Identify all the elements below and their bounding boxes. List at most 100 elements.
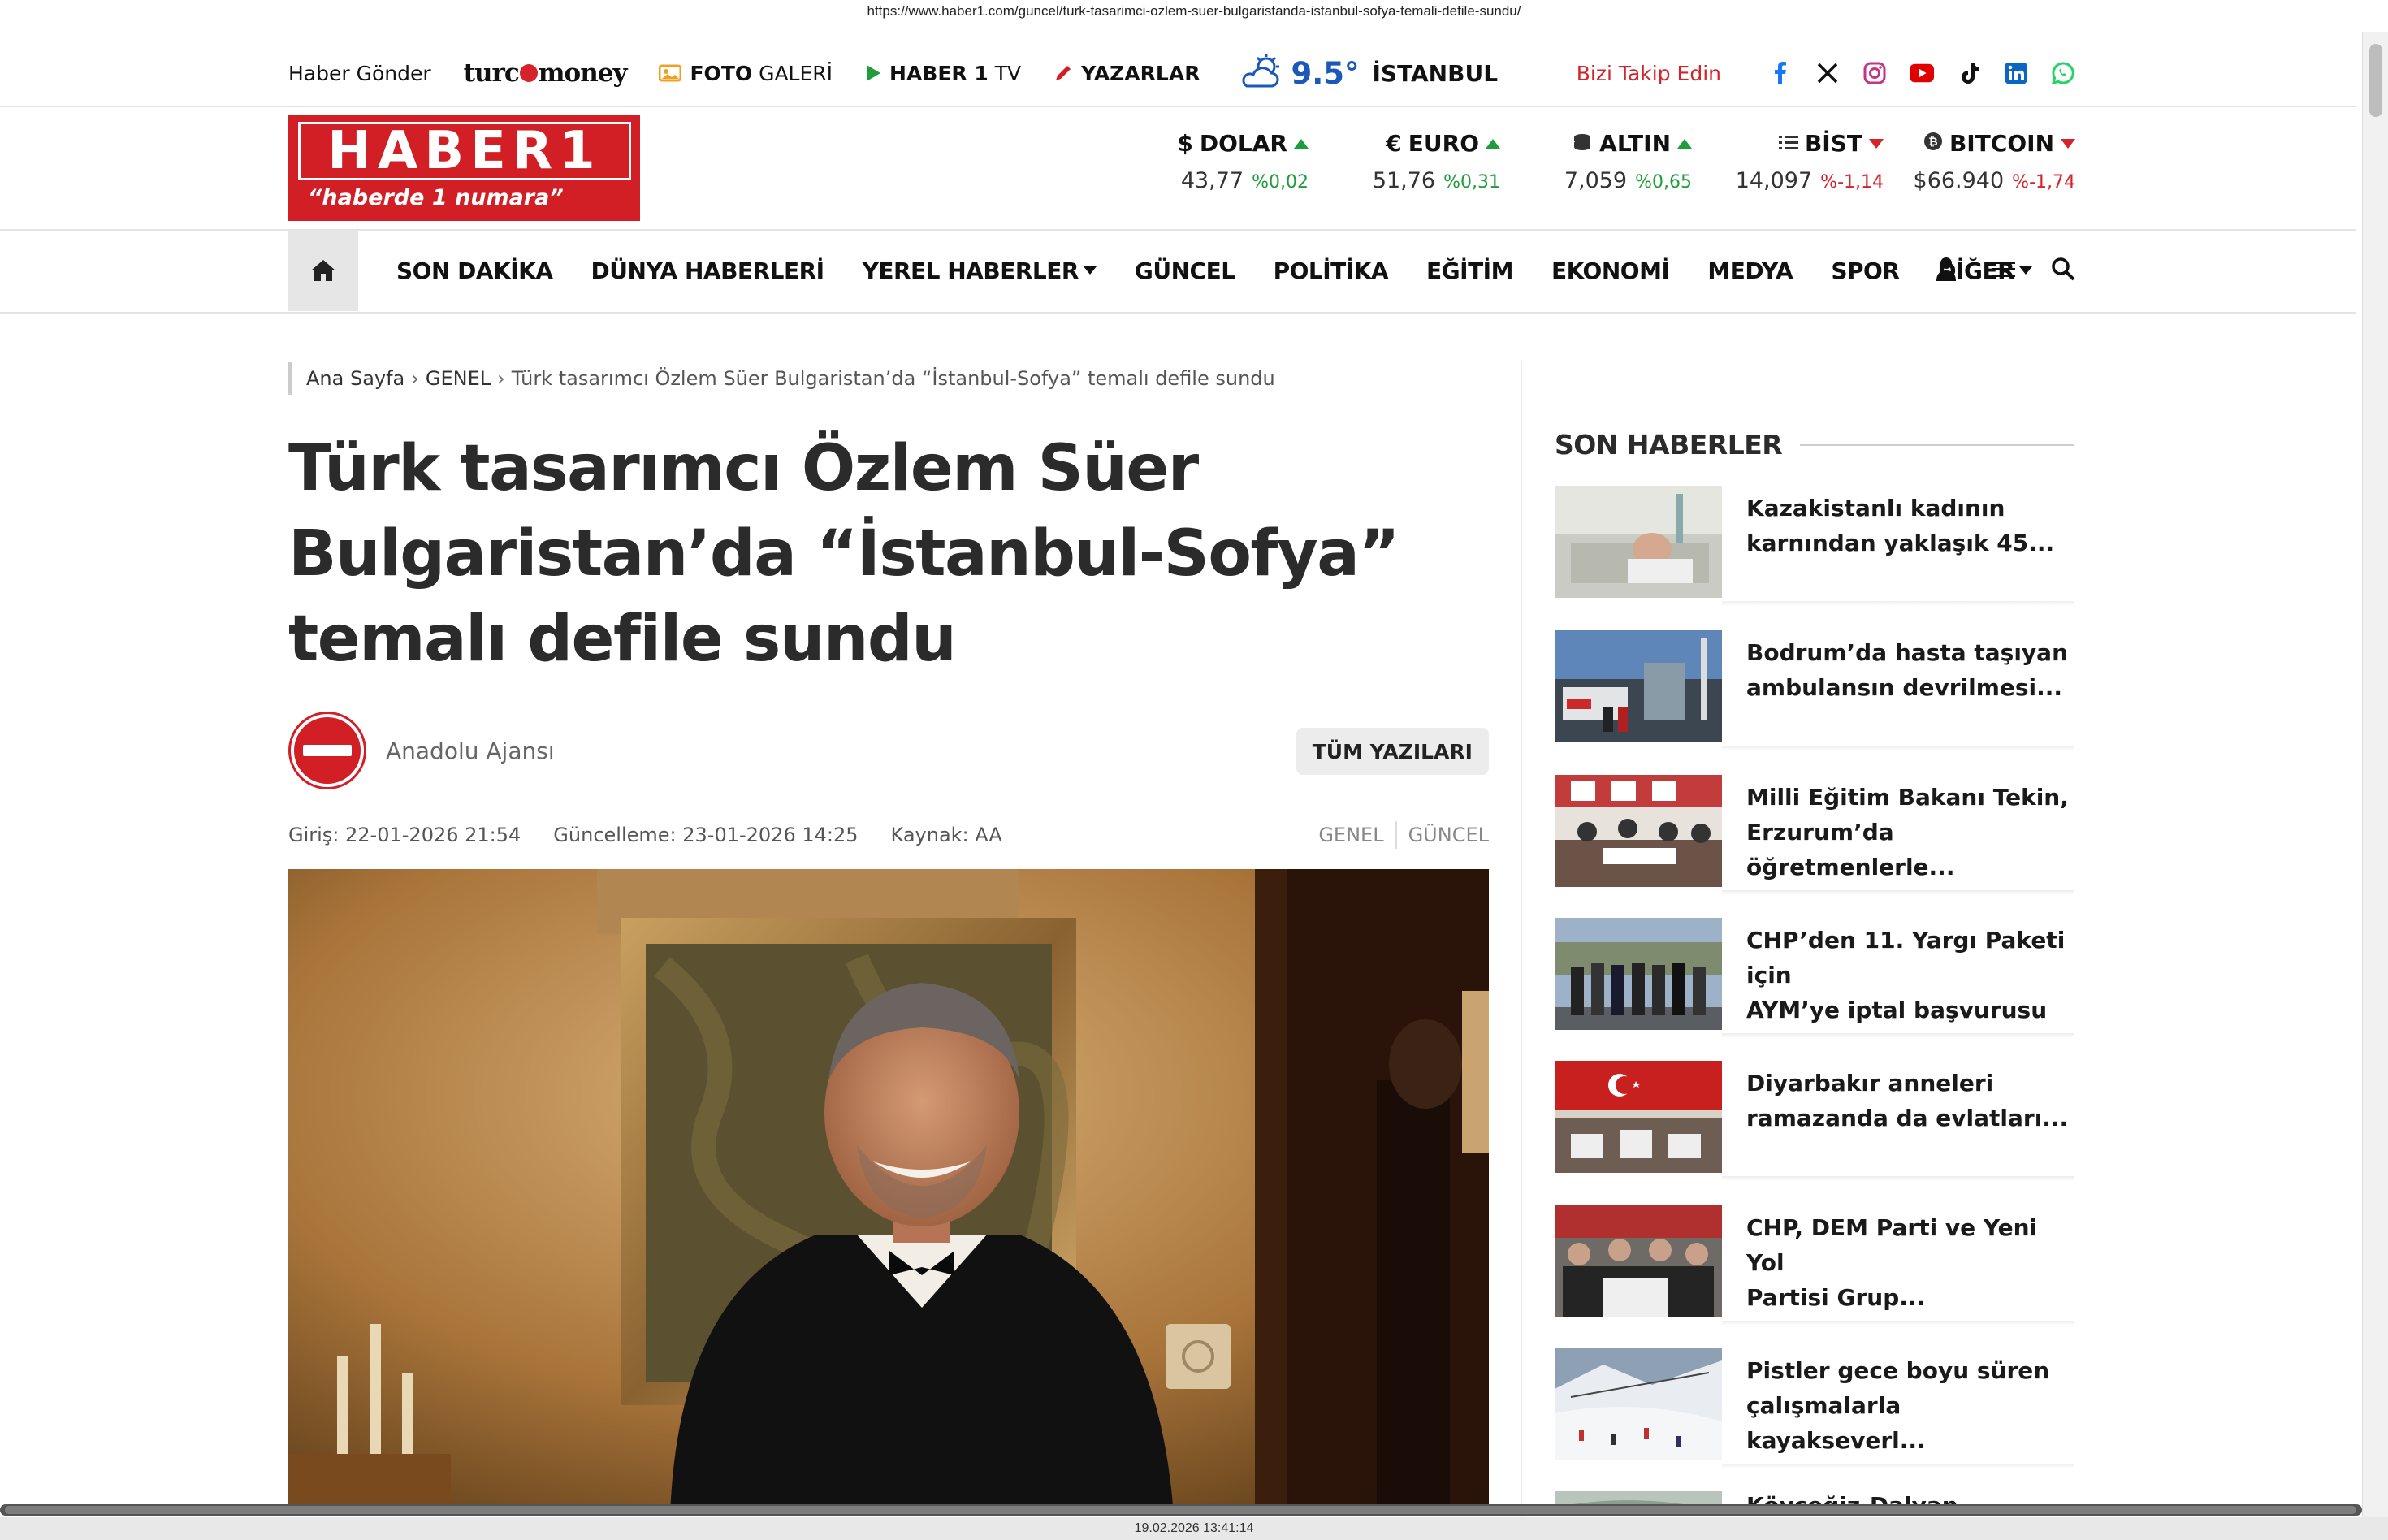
news-item[interactable]: Milli Eğitim Bakanı Tekin, Erzurum’da öğr…	[1555, 775, 2074, 895]
nav-politika[interactable]: POLİTİKA	[1273, 257, 1389, 284]
scrollbar-thumb[interactable]	[5, 1506, 2356, 1514]
finance-value: 14,097	[1735, 168, 1813, 193]
x-icon[interactable]	[1815, 61, 1840, 85]
news-item-shadow	[1722, 1033, 2074, 1038]
news-thumbnail	[1555, 630, 1722, 742]
finance-item-bitcoin[interactable]: ₿ BITCOIN $66.940 %-1,74	[1884, 130, 2075, 193]
finance-name: BITCOIN	[1949, 130, 2054, 157]
finance-change: %0,65	[1635, 172, 1692, 192]
finance-item-euro[interactable]: € EURO 51,76 %0,31	[1309, 130, 1500, 193]
author-name[interactable]: Anadolu Ajansı	[386, 738, 555, 764]
youtube-icon[interactable]	[1910, 61, 1934, 85]
sidebar-title-rule	[1800, 443, 2074, 446]
article-title: Türk tasarımcı Özlem Süer Bulgaristan’da…	[288, 426, 1490, 682]
tiktok-icon[interactable]	[1957, 61, 1981, 85]
address-bar-url[interactable]: https://www.haber1.com/guncel/turk-tasar…	[0, 3, 2388, 19]
news-item-shadow	[1722, 1176, 2074, 1181]
topbar-divider	[0, 106, 2356, 107]
news-thumbnail	[1555, 775, 1722, 887]
vertical-scrollbar[interactable]	[2362, 32, 2388, 1519]
news-item-shadow	[1722, 601, 2074, 606]
news-title-line: AYM’ye iptal başvurusu	[1746, 997, 2048, 1023]
nav-ekonomi[interactable]: EKONOMİ	[1551, 257, 1670, 284]
news-item-shadow	[1722, 890, 2074, 895]
linkedin-icon[interactable]	[2004, 61, 2028, 85]
avatar[interactable]	[288, 712, 366, 789]
news-title-line: ambulansın devrilmesi...	[1746, 674, 2063, 701]
play-icon	[865, 64, 881, 82]
home-button[interactable]	[288, 230, 358, 311]
news-title: Pistler gece boyu süren çalışmalarla kaya…	[1746, 1353, 2071, 1462]
haber1-tv-link[interactable]: HABER 1 TV	[865, 62, 1021, 85]
scrollbar-thumb[interactable]	[2369, 44, 2382, 117]
haber-gonder-link[interactable]: Haber Gönder	[288, 62, 431, 85]
tag-link[interactable]: GENEL	[1318, 824, 1383, 846]
news-title-line: karnından yaklaşık 45...	[1746, 530, 2055, 556]
article-title-line: Türk tasarımcı Özlem Süer	[288, 432, 1199, 505]
whatsapp-icon[interactable]	[2051, 61, 2075, 85]
capture-timestamp: 19.02.2026 13:41:14	[0, 1517, 2388, 1540]
news-title-line: Kazakistanlı kadının	[1746, 495, 2005, 521]
facebook-icon[interactable]	[1768, 61, 1793, 85]
news-title-line: CHP’den 11. Yargı Paketi için	[1746, 927, 2066, 988]
weather-temperature: 9.5°	[1291, 55, 1360, 91]
tag-link[interactable]: GÜNCEL	[1408, 824, 1489, 846]
chevron-down-icon	[1083, 266, 1097, 275]
nav-dunya-haberleri[interactable]: DÜNYA HABERLERİ	[591, 257, 825, 284]
news-item[interactable]: Bodrum’da hasta taşıyan ambulansın devril…	[1555, 630, 2074, 751]
logo-tagline: “haberde 1 numara”	[308, 185, 564, 210]
news-item[interactable]: Kazakistanlı kadının karnından yaklaşık 4…	[1555, 486, 2074, 606]
nav-spor[interactable]: SPOR	[1831, 257, 1900, 284]
yazarlar-link[interactable]: YAZARLAR	[1053, 62, 1200, 85]
finance-name: BİST	[1804, 130, 1862, 157]
pen-icon	[1053, 63, 1073, 83]
turcomoney-dot-icon	[519, 64, 538, 82]
news-item[interactable]: Pistler gece boyu süren çalışmalarla kaya…	[1555, 1348, 2074, 1469]
news-thumbnail	[1555, 486, 1722, 598]
top-bar: Haber Gönder turc money FOTO GALERİ HABER…	[288, 32, 2075, 114]
finance-item-bist[interactable]: BİST 14,097 %-1,14	[1692, 130, 1884, 193]
foto-galeri-link[interactable]: FOTO GALERİ	[659, 62, 833, 85]
cloud-sun-icon	[1239, 54, 1284, 93]
news-title: Milli Eğitim Bakanı Tekin, Erzurum’da öğr…	[1746, 780, 2071, 889]
nav-medya[interactable]: MEDYA	[1707, 257, 1793, 284]
horizontal-scrollbar[interactable]	[0, 1504, 2362, 1516]
news-title-line: Bodrum’da hasta taşıyan	[1746, 639, 2069, 666]
nav-label: SON DAKİKA	[396, 257, 553, 284]
news-item[interactable]: CHP, DEM Parti ve Yeni Yol Partisi Grup..…	[1555, 1205, 2074, 1326]
nav-actions	[1936, 257, 2075, 284]
article-title-line: temalı defile sundu	[288, 603, 957, 676]
search-icon[interactable]	[2051, 257, 2075, 284]
news-title-line: CHP, DEM Parti ve Yeni Yol	[1746, 1214, 2038, 1276]
site-logo[interactable]: HABER1 “haberde 1 numara”	[288, 115, 640, 221]
weather-city[interactable]: İSTANBUL	[1373, 60, 1499, 87]
nav-label: YEREL HABERLER	[862, 257, 1079, 284]
avatar-badge	[294, 717, 361, 784]
finance-item-dolar[interactable]: $ DOLAR 43,77 %0,02	[1117, 130, 1309, 193]
tv-label-bold: HABER 1	[889, 61, 989, 85]
breadcrumb-category[interactable]: GENEL	[426, 367, 491, 390]
trend-up-icon	[1294, 138, 1309, 149]
finance-item-altin[interactable]: ALTIN 7,059 %0,65	[1500, 130, 1692, 193]
nav-son-dakika[interactable]: SON DAKİKA	[396, 257, 553, 284]
instagram-icon[interactable]	[1862, 61, 1887, 85]
news-item[interactable]: Diyarbakır anneleri ramazanda da evlatlar…	[1555, 1061, 2074, 1181]
nav-guncel[interactable]: GÜNCEL	[1135, 257, 1235, 284]
finance-change: %-1,74	[2012, 172, 2075, 192]
nav-label: POLİTİKA	[1273, 257, 1389, 284]
user-icon[interactable]	[1936, 257, 1957, 284]
turcomoney-link[interactable]: turc money	[464, 58, 628, 88]
news-thumbnail	[1555, 1061, 1722, 1173]
news-item[interactable]: CHP’den 11. Yargı Paketi için AYM’ye ipta…	[1555, 918, 2074, 1038]
finance-name: DOLAR	[1199, 130, 1287, 157]
all-posts-button[interactable]: TÜM YAZILARI	[1296, 728, 1489, 775]
article-tags: GENEL GÜNCEL	[1318, 821, 1489, 849]
breadcrumb-home[interactable]: Ana Sayfa	[306, 367, 404, 390]
nav-label: SPOR	[1831, 257, 1900, 284]
news-title-line: Milli Eğitim Bakanı Tekin,	[1746, 784, 2069, 811]
menu-icon[interactable]	[1992, 259, 2015, 282]
nav-egitim[interactable]: EĞİTİM	[1426, 257, 1513, 284]
nav-yerel-haberler[interactable]: YEREL HABERLER	[863, 257, 1097, 284]
dollar-icon: $	[1177, 130, 1193, 157]
finance-value: 43,77	[1180, 168, 1244, 193]
